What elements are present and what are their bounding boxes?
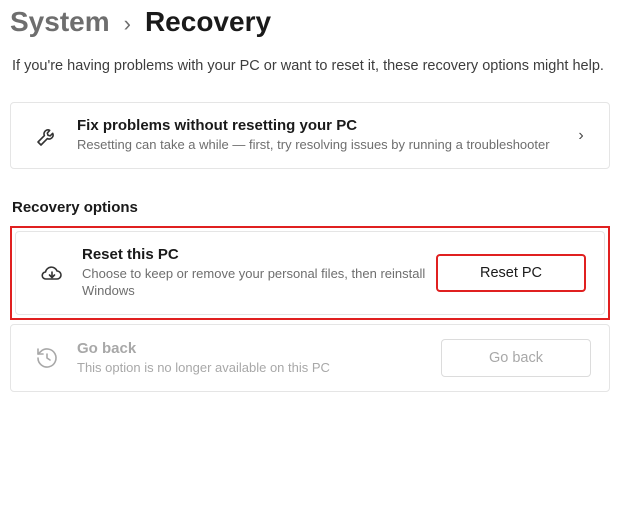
highlight-annotation: Reset this PC Choose to keep or remove y… <box>10 226 610 320</box>
card-description: This option is no longer available on th… <box>77 359 441 377</box>
go-back-button: Go back <box>441 339 591 377</box>
card-description: Choose to keep or remove your personal f… <box>82 265 436 300</box>
reset-pc-card: Reset this PC Choose to keep or remove y… <box>15 231 605 315</box>
card-description: Resetting can take a while — first, try … <box>77 136 571 154</box>
card-body: Reset this PC Choose to keep or remove y… <box>82 246 436 300</box>
card-body: Go back This option is no longer availab… <box>77 340 441 377</box>
breadcrumb: System › Recovery <box>10 0 610 52</box>
card-title: Fix problems without resetting your PC <box>77 117 571 134</box>
chevron-right-icon: › <box>571 127 591 145</box>
chevron-right-icon: › <box>124 11 131 37</box>
reset-pc-button[interactable]: Reset PC <box>436 254 586 292</box>
fix-problems-card[interactable]: Fix problems without resetting your PC R… <box>10 102 610 169</box>
history-icon <box>29 346 65 370</box>
card-body: Fix problems without resetting your PC R… <box>77 117 571 154</box>
breadcrumb-parent[interactable]: System <box>10 6 110 38</box>
card-title: Go back <box>77 340 441 357</box>
go-back-card: Go back This option is no longer availab… <box>10 324 610 392</box>
page-title: Recovery <box>145 6 271 38</box>
cloud-download-icon <box>34 261 70 285</box>
intro-text: If you're having problems with your PC o… <box>10 52 610 102</box>
wrench-icon <box>29 124 65 148</box>
card-title: Reset this PC <box>82 246 436 263</box>
section-title-recovery-options: Recovery options <box>12 199 610 216</box>
